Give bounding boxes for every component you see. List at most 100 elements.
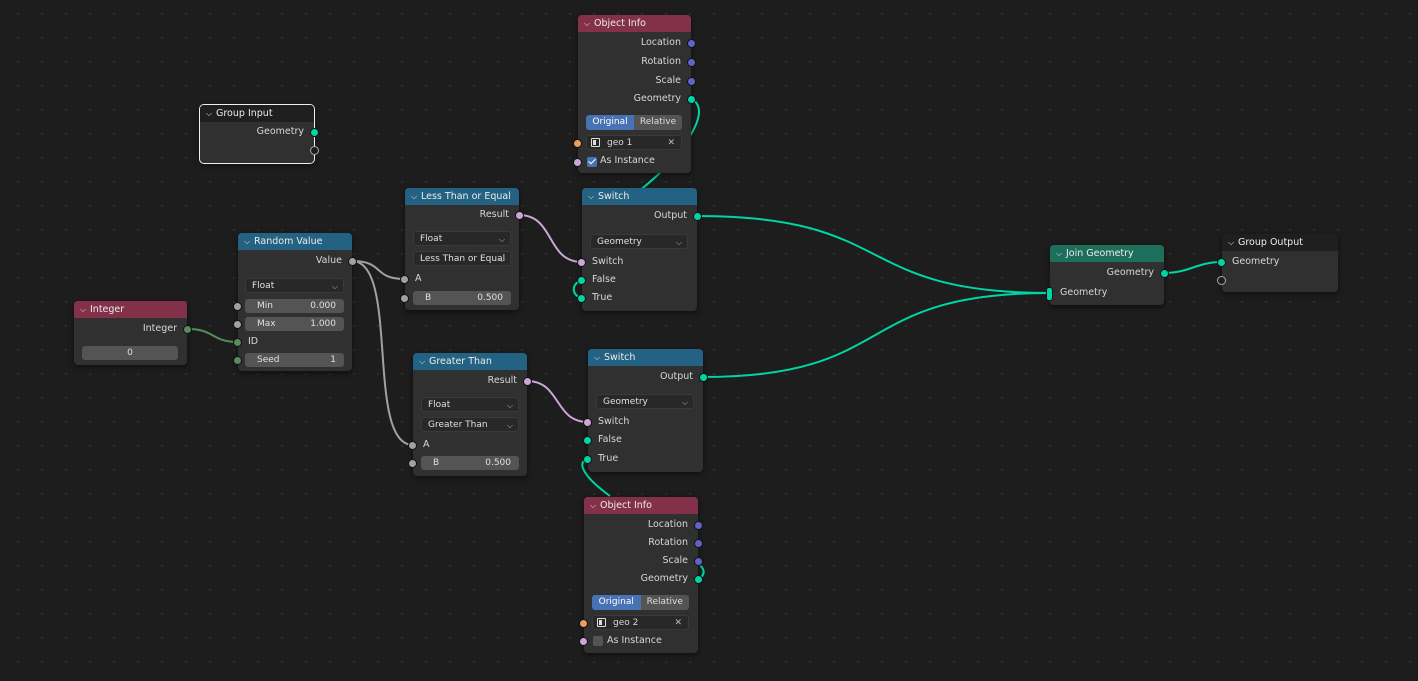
max-input-socket[interactable]	[233, 320, 242, 329]
output-rotation-label: Rotation	[648, 537, 688, 548]
empty-input-socket[interactable]	[1217, 276, 1226, 285]
switch-node-2[interactable]: ⌵ Switch Output Geometry ⌵ Switch False Tr…	[583, 349, 708, 472]
group-output-node[interactable]: ⌵ Group Output Geometry	[1217, 234, 1338, 292]
chevron-down-icon[interactable]: ⌵	[588, 188, 598, 205]
location-output-socket[interactable]	[687, 39, 696, 48]
b-input-socket[interactable]	[400, 294, 409, 303]
input-type-dropdown[interactable]: Geometry ⌵	[590, 234, 688, 249]
random-value-header[interactable]: ⌵ Random Value	[238, 233, 352, 250]
link-result-to-switch2[interactable]	[526, 380, 589, 423]
object-info-header[interactable]: ⌵ Object Info	[578, 15, 691, 32]
chevron-down-icon[interactable]: ⌵	[419, 353, 429, 370]
output-value-label: Value	[315, 255, 342, 266]
empty-output-socket[interactable]	[310, 146, 319, 155]
max-field[interactable]: Max 1.000	[245, 317, 344, 331]
chevron-down-icon[interactable]: ⌵	[1056, 245, 1066, 262]
integer-value-field[interactable]: 0	[82, 346, 178, 360]
data-type-dropdown[interactable]: Float ⌵	[421, 397, 519, 412]
output-socket[interactable]	[693, 212, 702, 221]
output-socket[interactable]	[699, 373, 708, 382]
compare-header[interactable]: ⌵ Less Than or Equal	[405, 188, 519, 205]
checkbox-icon[interactable]	[587, 157, 597, 167]
output-geometry-label: Geometry	[640, 573, 688, 584]
scale-output-socket[interactable]	[687, 77, 696, 86]
result-output-socket[interactable]	[515, 211, 524, 220]
chevron-down-icon[interactable]: ⌵	[590, 497, 600, 514]
rotation-output-socket[interactable]	[694, 539, 703, 548]
object-field[interactable]: geo 2 ✕	[592, 615, 689, 630]
close-icon[interactable]: ✕	[667, 136, 675, 151]
link-join-to-output[interactable]	[1163, 261, 1223, 274]
integer-output-socket[interactable]	[183, 325, 192, 334]
seed-field[interactable]: Seed 1	[245, 353, 344, 367]
group-input-header[interactable]: ⌵ Group Input	[200, 105, 314, 122]
link-value-to-greaterthan-a[interactable]	[351, 260, 414, 446]
object-info-node-1[interactable]: ⌵ Object Info Location Rotation Scale Geo…	[573, 15, 696, 173]
data-type-dropdown[interactable]: Float ⌵	[245, 278, 344, 293]
compare-header[interactable]: ⌵ Greater Than	[413, 353, 527, 370]
chevron-down-icon[interactable]: ⌵	[206, 105, 216, 122]
link-value-to-lessthan-a[interactable]	[351, 260, 406, 280]
link-integer-to-id[interactable]	[187, 328, 239, 343]
object-field[interactable]: geo 1 ✕	[586, 135, 682, 150]
transform-space-toggle[interactable]: Original Relative	[592, 595, 689, 610]
link-result-to-switch1[interactable]	[518, 214, 583, 263]
transform-space-toggle[interactable]: Original Relative	[586, 115, 682, 130]
operation-dropdown[interactable]: Greater Than ⌵	[421, 417, 519, 432]
group-output-header[interactable]: ⌵ Group Output	[1222, 234, 1338, 251]
false-input-label: False	[592, 274, 616, 285]
greater-than-node[interactable]: ⌵ Greater Than Result Float ⌵ Greater Than…	[408, 353, 532, 476]
join-geometry-node[interactable]: ⌵ Join Geometry Geometry Geometry	[1046, 245, 1169, 305]
min-field[interactable]: Min 0.000	[245, 299, 344, 313]
less-than-or-equal-node[interactable]: ⌵ Less Than or Equal Result Float ⌵ Less T…	[400, 188, 524, 310]
b-input-socket[interactable]	[408, 459, 417, 468]
location-output-socket[interactable]	[694, 521, 703, 530]
min-input-socket[interactable]	[233, 302, 242, 311]
output-scale-label: Scale	[662, 555, 688, 566]
dropdown-arrow-icon: ⌵	[506, 401, 513, 410]
chevron-down-icon[interactable]: ⌵	[594, 349, 604, 366]
b-field[interactable]: B 0.500	[421, 456, 519, 470]
relative-button[interactable]: Relative	[640, 595, 689, 610]
link-switch2-to-join[interactable]	[702, 292, 1051, 378]
original-button[interactable]: Original	[586, 115, 634, 130]
close-icon[interactable]: ✕	[674, 616, 682, 631]
chevron-down-icon[interactable]: ⌵	[244, 233, 254, 250]
integer-node[interactable]: ⌵ Integer Integer 0	[74, 301, 192, 365]
switch-header[interactable]: ⌵ Switch	[582, 188, 697, 205]
as-instance-input-socket[interactable]	[579, 637, 588, 646]
seed-input-socket[interactable]	[233, 356, 242, 365]
result-output-socket[interactable]	[523, 377, 532, 386]
geometry-output-socket[interactable]	[694, 575, 703, 584]
geometry-output-socket[interactable]	[1160, 269, 1169, 278]
a-label: A	[423, 439, 430, 450]
original-button[interactable]: Original	[592, 595, 641, 610]
scale-output-socket[interactable]	[694, 557, 703, 566]
geometry-output-socket[interactable]	[310, 128, 319, 137]
chevron-down-icon[interactable]: ⌵	[80, 301, 90, 318]
integer-header[interactable]: ⌵ Integer	[74, 301, 187, 318]
join-geometry-header[interactable]: ⌵ Join Geometry	[1050, 245, 1164, 262]
random-value-node[interactable]: ⌵ Random Value Value Float ⌵ Min 0.000 Max 1…	[233, 233, 357, 371]
geometry-output-socket[interactable]	[687, 95, 696, 104]
object-info-header[interactable]: ⌵ Object Info	[584, 497, 698, 514]
switch-node-1[interactable]: ⌵ Switch Output Geometry ⌵ Switch False Tr…	[577, 188, 702, 311]
group-input-node[interactable]: ⌵ Group Input Geometry	[199, 104, 319, 164]
input-type-dropdown[interactable]: Geometry ⌵	[596, 394, 694, 409]
chevron-down-icon[interactable]: ⌵	[411, 188, 421, 205]
operation-dropdown[interactable]: Less Than or Equal ⌵	[413, 251, 511, 266]
chevron-down-icon[interactable]: ⌵	[584, 15, 594, 32]
object-input-socket[interactable]	[579, 619, 588, 628]
link-switch1-to-join[interactable]	[696, 215, 1051, 294]
as-instance-input-socket[interactable]	[573, 158, 582, 167]
object-info-node-2[interactable]: ⌵ Object Info Location Rotation Scale Geo…	[579, 497, 703, 653]
checkbox-icon[interactable]	[593, 636, 603, 646]
b-field[interactable]: B 0.500	[413, 291, 511, 305]
value-output-socket[interactable]	[348, 257, 357, 266]
rotation-output-socket[interactable]	[687, 58, 696, 67]
relative-button[interactable]: Relative	[634, 115, 682, 130]
chevron-down-icon[interactable]: ⌵	[1228, 234, 1238, 251]
data-type-dropdown[interactable]: Float ⌵	[413, 231, 511, 246]
switch-header[interactable]: ⌵ Switch	[588, 349, 703, 366]
object-input-socket[interactable]	[573, 139, 582, 148]
